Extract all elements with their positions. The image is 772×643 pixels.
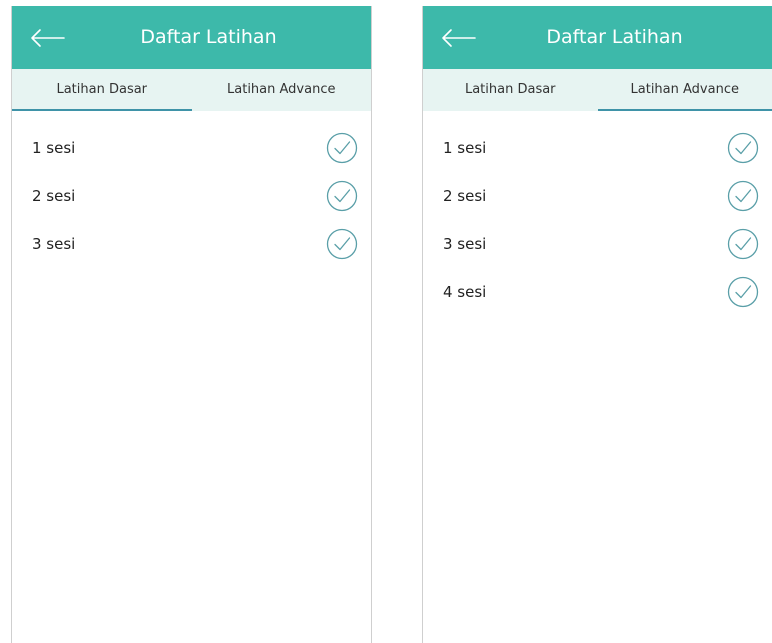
app-bar: Daftar Latihan [12,6,371,69]
page-title: Daftar Latihan [140,26,277,48]
list-item-label: 4 sesi [443,283,487,301]
check-circle-icon [326,132,358,164]
check-circle-icon [727,132,759,164]
app-bar: Daftar Latihan [423,6,772,69]
tab-latihan-dasar[interactable]: Latihan Dasar [12,69,192,111]
list-item[interactable]: 2 sesi [12,172,371,220]
check-circle-icon [727,180,759,212]
check-circle-icon [727,276,759,308]
tab-bar: Latihan Dasar Latihan Advance [423,69,772,111]
list-item[interactable]: 3 sesi [423,220,772,268]
list-item[interactable]: 4 sesi [423,268,772,316]
phone-screen-advance: Daftar Latihan Latihan Dasar Latihan Adv… [422,6,772,643]
session-list: 1 sesi 2 sesi 3 sesi [12,111,371,268]
check-circle-icon [326,180,358,212]
session-list: 1 sesi 2 sesi 3 sesi 4 sesi [423,111,772,316]
list-item-label: 3 sesi [32,235,76,253]
page-title: Daftar Latihan [546,26,683,48]
check-circle-icon [727,228,759,260]
tab-latihan-dasar[interactable]: Latihan Dasar [423,69,598,111]
list-item-label: 2 sesi [443,187,487,205]
phone-screen-dasar: Daftar Latihan Latihan Dasar Latihan Adv… [11,6,372,643]
list-item-label: 1 sesi [443,139,487,157]
list-item-label: 2 sesi [32,187,76,205]
tab-bar: Latihan Dasar Latihan Advance [12,69,371,111]
list-item[interactable]: 3 sesi [12,220,371,268]
list-item[interactable]: 1 sesi [12,124,371,172]
tab-latihan-advance[interactable]: Latihan Advance [597,69,772,111]
list-item-label: 1 sesi [32,139,76,157]
list-item-label: 3 sesi [443,235,487,253]
list-item[interactable]: 2 sesi [423,172,772,220]
check-circle-icon [326,228,358,260]
tab-latihan-advance[interactable]: Latihan Advance [192,69,372,111]
list-item[interactable]: 1 sesi [423,124,772,172]
